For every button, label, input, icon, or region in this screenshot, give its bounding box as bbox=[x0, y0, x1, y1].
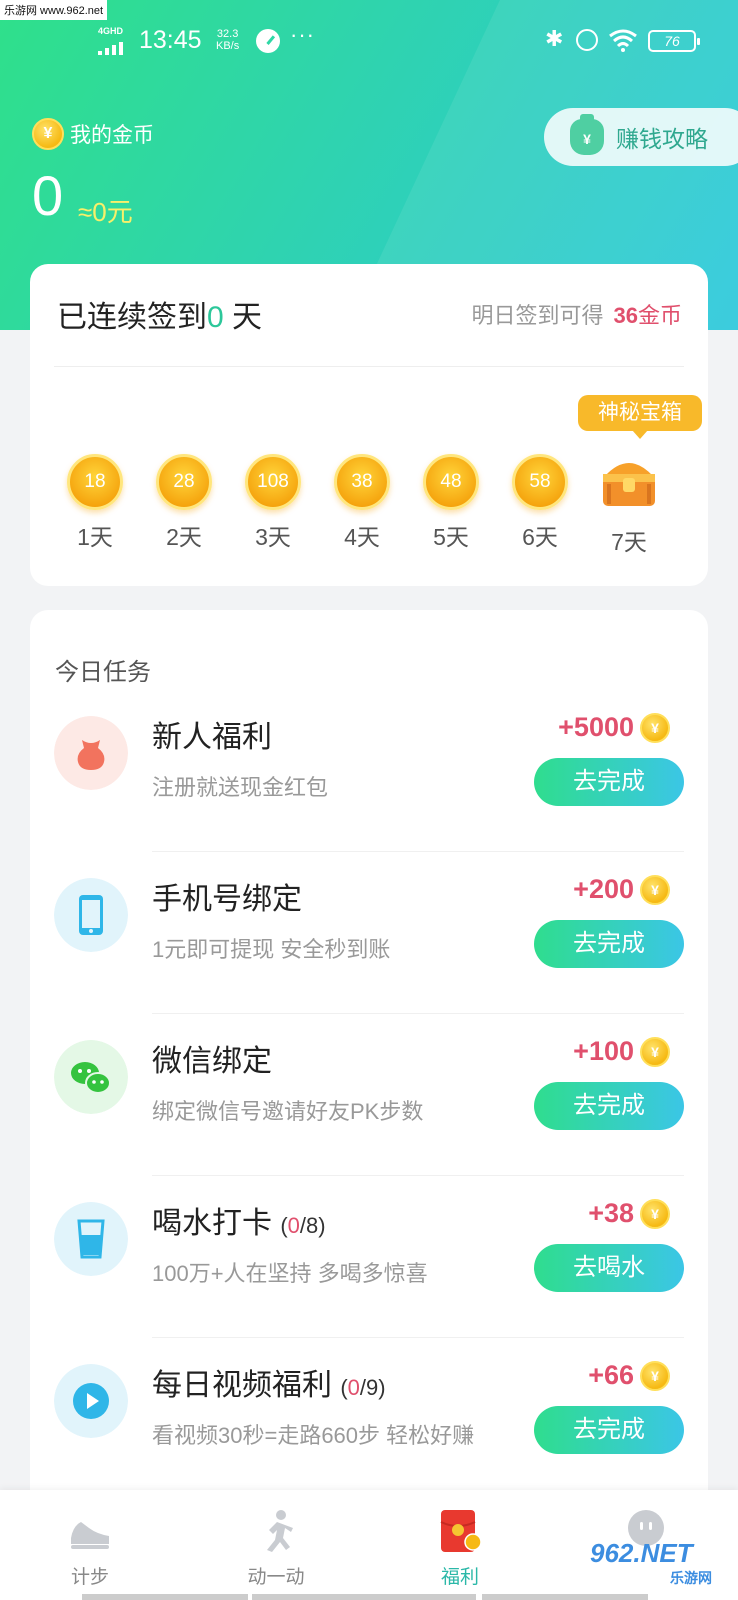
coin-icon: 58 bbox=[512, 454, 568, 510]
status-bar: 4GHD 13:45 32.3 KB/s ··· ✱ 76 bbox=[0, 20, 738, 64]
play-icon bbox=[54, 1364, 128, 1438]
coin-icon: ¥ bbox=[640, 1036, 670, 1067]
coin-balance: 0 bbox=[32, 164, 64, 227]
task-description: 看视频30秒=走路660步 轻松好赚 bbox=[152, 1423, 475, 1448]
coin-icon: 38 bbox=[334, 454, 390, 510]
site-watermark-logo: 962.NET 乐游网 bbox=[590, 1538, 712, 1586]
divider bbox=[54, 366, 684, 367]
task-title: 喝水打卡 (0/8) bbox=[152, 1207, 326, 1240]
tomorrow-reward-text: 明日签到可得 36金币 bbox=[471, 303, 682, 328]
speedometer-icon bbox=[256, 29, 280, 53]
signin-streak-title: 已连续签到0 天 bbox=[57, 301, 263, 334]
signin-day[interactable]: 48 5天 bbox=[411, 454, 491, 552]
task-title: 每日视频福利 (0/9) bbox=[152, 1369, 386, 1402]
coin-icon: ¥ bbox=[640, 874, 670, 905]
daily-tasks-card: 今日任务 新人福利 注册就送现金红包 +5000 ¥ 去完成 手机号绑定 1元即可… bbox=[30, 610, 708, 1510]
coin-icon: ¥ bbox=[640, 1198, 670, 1229]
task-description: 1元即可提现 安全秒到账 bbox=[152, 937, 391, 962]
status-time: 13:45 bbox=[139, 26, 202, 54]
shoe-icon bbox=[71, 1522, 109, 1549]
treasure-chest-icon bbox=[603, 463, 655, 506]
coin-icon: ¥ bbox=[640, 1360, 670, 1391]
task-description: 注册就送现金红包 bbox=[152, 775, 329, 800]
task-title: 微信绑定 bbox=[152, 1045, 272, 1078]
task-reward: +38 ¥ bbox=[588, 1198, 670, 1229]
red-envelope-icon bbox=[440, 1510, 482, 1552]
task-item: 喝水打卡 (0/8) 100万+人在坚持 多喝多惊喜 +38 ¥ 去喝水 bbox=[30, 1176, 708, 1338]
task-item: 新人福利 注册就送现金红包 +5000 ¥ 去完成 bbox=[30, 690, 708, 852]
daily-tasks-title: 今日任务 bbox=[55, 659, 151, 686]
phone-icon bbox=[54, 878, 128, 952]
task-reward: +200 ¥ bbox=[573, 874, 670, 905]
tab-move[interactable]: 动一动 bbox=[216, 1490, 336, 1600]
wifi-icon bbox=[609, 29, 637, 52]
my-coins-label: ¥ 我的金币 bbox=[32, 118, 154, 150]
running-man-icon bbox=[267, 1510, 293, 1552]
tab-welfare[interactable]: 福利 bbox=[400, 1490, 520, 1600]
money-bag-icon: ¥ bbox=[570, 114, 604, 155]
signal-icon: 4GHD bbox=[98, 26, 132, 56]
tab-steps[interactable]: 计步 bbox=[30, 1490, 150, 1600]
coin-money-equivalent: ≈0元 bbox=[78, 197, 133, 227]
network-speed: 32.3 KB/s bbox=[216, 28, 240, 52]
task-reward: +100 ¥ bbox=[573, 1036, 670, 1067]
bluetooth-icon: ✱ bbox=[545, 26, 564, 51]
water-cup-icon bbox=[54, 1202, 128, 1276]
signin-day[interactable]: 18 1天 bbox=[55, 454, 135, 552]
signin-day[interactable]: 108 3天 bbox=[233, 454, 313, 552]
bottom-indicator bbox=[252, 1594, 476, 1600]
task-reward: +66 ¥ bbox=[588, 1360, 670, 1391]
signin-day-chest[interactable]: 7天 bbox=[589, 454, 669, 557]
complete-task-button[interactable]: 去完成 bbox=[534, 758, 684, 806]
task-description: 绑定微信号邀请好友PK步数 bbox=[152, 1099, 424, 1124]
signin-day[interactable]: 38 4天 bbox=[322, 454, 402, 552]
complete-task-button[interactable]: 去完成 bbox=[534, 1082, 684, 1130]
alarm-icon bbox=[576, 29, 598, 51]
coin-icon: 108 bbox=[245, 454, 301, 510]
coin-icon: ¥ bbox=[32, 118, 64, 150]
task-title: 手机号绑定 bbox=[152, 883, 302, 916]
bottom-indicator bbox=[482, 1594, 648, 1600]
task-title: 新人福利 bbox=[152, 721, 272, 754]
wechat-icon bbox=[54, 1040, 128, 1114]
complete-task-button[interactable]: 去完成 bbox=[534, 920, 684, 968]
bottom-indicator bbox=[82, 1594, 248, 1600]
mystery-box-tag: 神秘宝箱 bbox=[578, 395, 702, 439]
more-notifications-icon: ··· bbox=[290, 22, 315, 47]
coin-icon: 18 bbox=[67, 454, 123, 510]
earn-money-guide-button[interactable]: ¥ 赚钱攻略 bbox=[544, 108, 738, 166]
coin-icon: ¥ bbox=[640, 712, 670, 743]
drink-water-button[interactable]: 去喝水 bbox=[534, 1244, 684, 1292]
battery-icon: 76 bbox=[648, 30, 700, 52]
signin-day[interactable]: 28 2天 bbox=[144, 454, 224, 552]
task-item: 微信绑定 绑定微信号邀请好友PK步数 +100 ¥ 去完成 bbox=[30, 1014, 708, 1176]
gift-bag-icon bbox=[54, 716, 128, 790]
signin-day[interactable]: 58 6天 bbox=[500, 454, 580, 552]
task-item: 手机号绑定 1元即可提现 安全秒到账 +200 ¥ 去完成 bbox=[30, 852, 708, 1014]
coin-icon: 28 bbox=[156, 454, 212, 510]
watermark-label: 乐游网 www.962.net bbox=[0, 0, 108, 20]
complete-task-button[interactable]: 去完成 bbox=[534, 1406, 684, 1454]
task-item: 每日视频福利 (0/9) 看视频30秒=走路660步 轻松好赚 +66 ¥ 去完成 bbox=[30, 1338, 708, 1500]
task-description: 100万+人在坚持 多喝多惊喜 bbox=[152, 1261, 428, 1286]
signin-card: 已连续签到0 天 明日签到可得 36金币 神秘宝箱 18 1天 28 2天 108 3天… bbox=[30, 264, 708, 586]
signin-days-row: 18 1天 28 2天 108 3天 38 4天 48 5天 58 6天 7天 bbox=[30, 454, 708, 564]
task-reward: +5000 ¥ bbox=[558, 712, 670, 743]
coin-icon: 48 bbox=[423, 454, 479, 510]
